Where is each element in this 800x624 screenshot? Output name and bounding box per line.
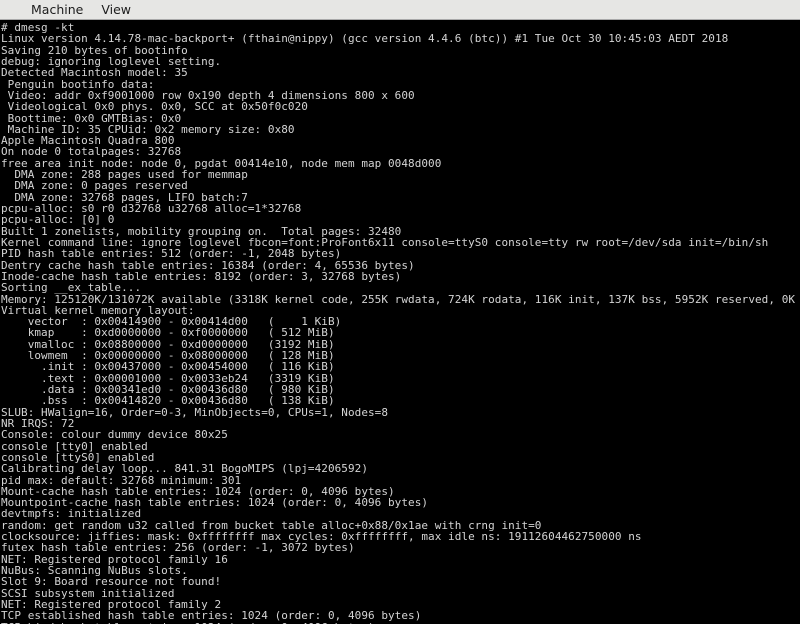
console-line: NET: Registered protocol family 2	[1, 598, 222, 611]
console-line: vector : 0x00414900 - 0x00414d00 ( 1 KiB…	[1, 316, 342, 328]
console-line: devtmpfs: initialized	[1, 508, 142, 520]
console-line: Sorting __ex_table...	[1, 282, 142, 294]
console-line: Virtual kernel memory layout:	[1, 304, 195, 317]
console-line: TCP established hash table entries: 1024…	[1, 610, 422, 622]
menu-item-machine[interactable]: Machine	[22, 0, 92, 19]
menu-bar: Machine View	[0, 0, 800, 20]
console-line: Kernel command line: ignore_loglevel fbc…	[1, 236, 769, 249]
console-line: random: get_random_u32 called from bucke…	[1, 519, 542, 532]
console-line: DMA zone: 32768 pages, LIFO batch:7	[1, 191, 248, 203]
console-line: NuBus: Scanning NuBus slots.	[1, 565, 188, 577]
console-line: Mountpoint-cache hash table entries: 102…	[1, 497, 429, 509]
console-line: NET: Registered protocol family 16	[1, 553, 228, 565]
console-line: Mount-cache hash table entries: 1024 (or…	[1, 485, 395, 498]
console-line: On node 0 totalpages: 32768	[1, 146, 182, 158]
console-line: DMA zone: 288 pages used for memmap	[1, 169, 248, 181]
console-line: clocksource: jiffies: mask: 0xffffffff m…	[1, 531, 642, 543]
console-line: .init : 0x00437000 - 0x00454000 ( 116 Ki…	[1, 361, 335, 373]
console-line: Inode-cache hash table entries: 8192 (or…	[1, 270, 402, 283]
console-line: PID hash table entries: 512 (order: -1, …	[1, 248, 342, 260]
console-output: # dmesg -kt Linux version 4.14.78-mac-bac…	[1, 22, 800, 624]
console-line: .text : 0x00001000 - 0x0033eb24 (3319 Ki…	[1, 372, 335, 384]
console-line: kmap : 0xd0000000 - 0xf0000000 ( 512 MiB…	[1, 327, 335, 339]
console-line: Saving 210 bytes of bootinfo	[1, 44, 188, 56]
console-line: DMA zone: 0 pages reserved	[1, 180, 188, 192]
console-line: futex hash table entries: 256 (order: -1…	[1, 542, 355, 554]
console-line: Console: colour dummy device 80x25	[1, 429, 228, 441]
console-line: Dentry cache hash table entries: 16384 (…	[1, 259, 415, 271]
console-line: Boottime: 0x0 GMTBias: 0x0	[1, 112, 182, 124]
console-line: Slot 9: Board resource not found!	[1, 576, 222, 588]
console-line: Videological 0x0 phys. 0x0, SCC at 0x50f…	[1, 101, 308, 113]
console-line: Calibrating delay loop... 841.31 BogoMIP…	[1, 463, 368, 475]
console-line: Built 1 zonelists, mobility grouping on.…	[1, 225, 402, 237]
console-line: Memory: 125120K/131072K available (3318K…	[1, 293, 800, 305]
console-line: Detected Macintosh model: 35	[1, 67, 188, 79]
menu-item-view[interactable]: View	[92, 0, 140, 19]
console-line: Apple Macintosh Quadra 800	[1, 135, 175, 147]
console-line: console [ttyS0] enabled	[1, 451, 155, 464]
console-line: pid_max: default: 32768 minimum: 301	[1, 474, 242, 486]
console-line: console [tty0] enabled	[1, 440, 148, 452]
console-line: # dmesg -kt	[1, 22, 75, 34]
console-line: NR_IRQS: 72	[1, 417, 75, 430]
console-line: debug: ignoring loglevel setting.	[1, 55, 222, 68]
console-line: Penguin bootinfo data:	[1, 78, 155, 90]
console-line: SLUB: HWalign=16, Order=0-3, MinObjects=…	[1, 406, 389, 418]
console-line: SCSI subsystem initialized	[1, 587, 175, 599]
console-line: pcpu-alloc: s0 r0 d32768 u32768 alloc=1*…	[1, 203, 302, 215]
console-line: Machine ID: 35 CPUid: 0x2 memory size: 0…	[1, 123, 295, 136]
console-line: .bss : 0x00414820 - 0x00436d80 ( 138 KiB…	[1, 395, 335, 407]
console-line: .data : 0x00341ed0 - 0x00436d80 ( 980 Ki…	[1, 384, 335, 396]
console-line: lowmem : 0x00000000 - 0x08000000 ( 128 M…	[1, 350, 335, 362]
console-line: pcpu-alloc: [0] 0	[1, 214, 115, 226]
console-line: free_area_init_node: node 0, pgdat 00414…	[1, 157, 442, 170]
console-line: Linux version 4.14.78-mac-backport+ (fth…	[1, 33, 729, 45]
console-line: vmalloc : 0x08800000 - 0xd0000000 (3192 …	[1, 338, 335, 351]
emulator-screen[interactable]: # dmesg -kt Linux version 4.14.78-mac-bac…	[0, 20, 800, 624]
console-line: Video: addr 0xf9001000 row 0x190 depth 4…	[1, 89, 415, 102]
